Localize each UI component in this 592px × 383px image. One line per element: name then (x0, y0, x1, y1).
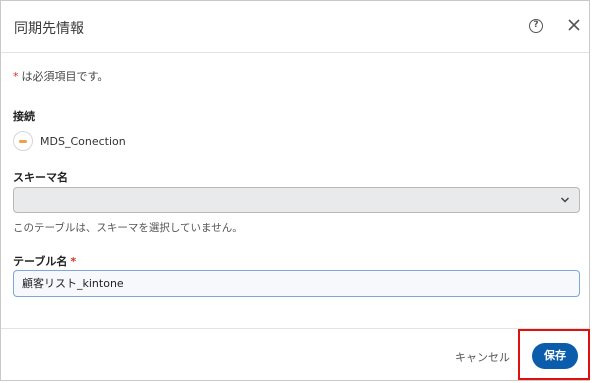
connection-name: MDS_Conection (40, 134, 126, 148)
dialog-footer: キャンセル 保存 (1, 328, 589, 382)
connection-info: MDS_Conection (13, 130, 126, 152)
table-required-asterisk: * (70, 255, 77, 268)
connection-label: 接続 (13, 110, 35, 123)
schema-hint: このテーブルは、スキーマを選択していません。 (13, 222, 243, 234)
chevron-down-icon (560, 197, 570, 203)
required-note: * は必須項目です。 (13, 68, 108, 84)
table-name-input[interactable]: 顧客リスト_kintone (13, 270, 580, 297)
schema-label: スキーマ名 (13, 171, 68, 184)
save-button[interactable]: 保存 (532, 343, 578, 369)
schema-select[interactable] (13, 187, 580, 213)
dialog-title: 同期先情報 (14, 21, 84, 37)
table-label: テーブル名 * (13, 253, 79, 269)
help-icon[interactable]: ? (529, 19, 543, 33)
required-asterisk: * (13, 70, 19, 83)
table-label-text: テーブル名 (13, 255, 68, 268)
required-note-text: は必須項目です。 (21, 70, 109, 83)
close-icon[interactable] (564, 15, 584, 35)
cancel-button[interactable]: キャンセル (455, 349, 510, 365)
connection-logo-icon (13, 131, 33, 151)
dialog-header: 同期先情報 ? (1, 1, 589, 53)
sync-destination-dialog: 同期先情報 ? * は必須項目です。 接続 MDS_Conection スキーマ名… (0, 0, 590, 381)
